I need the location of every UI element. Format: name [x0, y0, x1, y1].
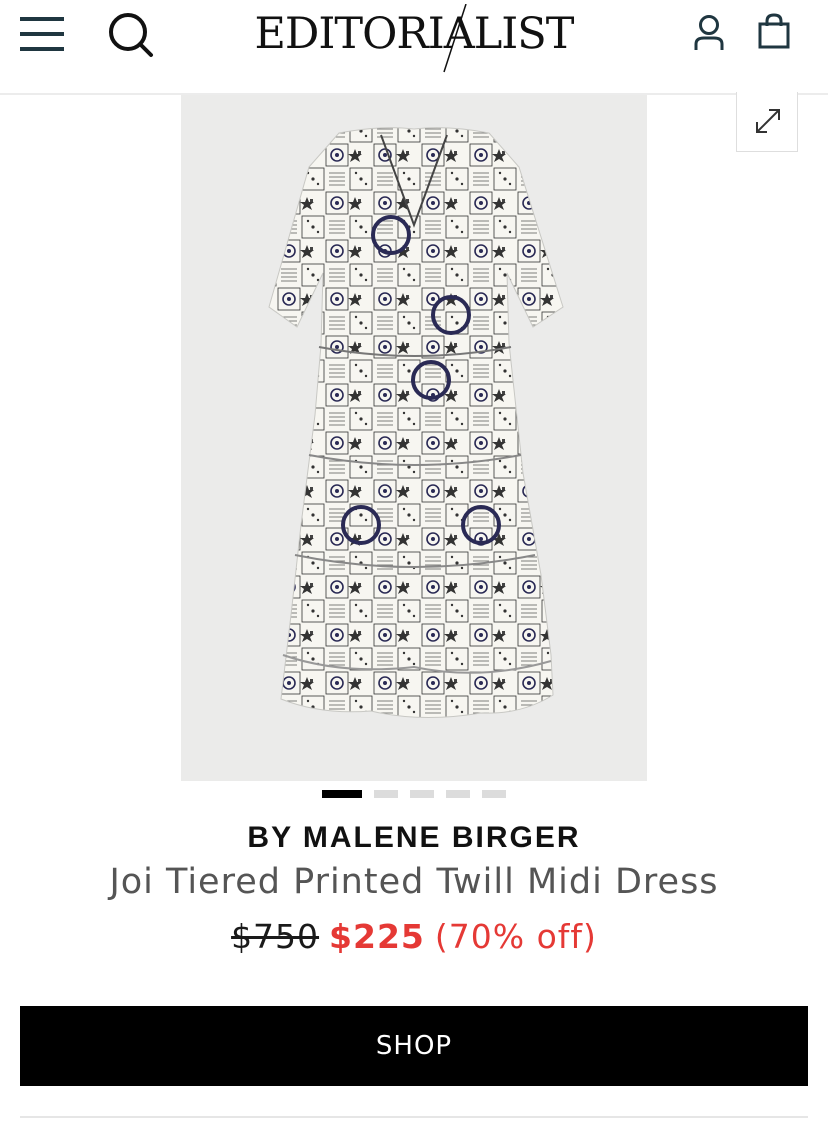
hamburger-menu-icon — [20, 17, 64, 21]
product-image[interactable] — [181, 95, 647, 781]
gallery-dot-3[interactable] — [410, 790, 434, 798]
gallery-dot-4[interactable] — [446, 790, 470, 798]
menu-button[interactable] — [20, 17, 64, 51]
gallery-dot-2[interactable] — [374, 790, 398, 798]
account-icon — [694, 15, 724, 50]
account-button[interactable] — [692, 14, 726, 52]
expand-image-button[interactable] — [736, 92, 798, 152]
search-icon — [109, 13, 153, 57]
gallery-dot-1[interactable] — [322, 790, 362, 798]
site-header: EDITORIALIST — [0, 0, 828, 95]
product-brand[interactable]: BY MALENE BIRGER — [0, 820, 828, 856]
sale-price: $225 — [329, 917, 425, 956]
dress-illustration — [181, 95, 647, 781]
menu-bar — [20, 47, 64, 51]
product-title: Joi Tiered Printed Twill Midi Dress — [109, 862, 719, 902]
search-button[interactable] — [108, 12, 154, 58]
shopping-bag-icon — [758, 13, 790, 49]
logo-text: EDITORIALIST — [254, 9, 575, 59]
expand-icon — [756, 109, 780, 133]
gallery-dot-5[interactable] — [482, 790, 506, 798]
discount-label: (70% off) — [434, 917, 597, 956]
original-price: $750 — [231, 917, 320, 956]
divider — [20, 1116, 808, 1118]
menu-bar — [20, 32, 64, 36]
site-logo[interactable]: EDITORIALIST — [248, 4, 580, 73]
bag-button[interactable] — [756, 12, 792, 50]
price-row: $750 $225 (70% off) — [0, 914, 828, 960]
shop-button[interactable]: SHOP — [20, 1006, 808, 1086]
